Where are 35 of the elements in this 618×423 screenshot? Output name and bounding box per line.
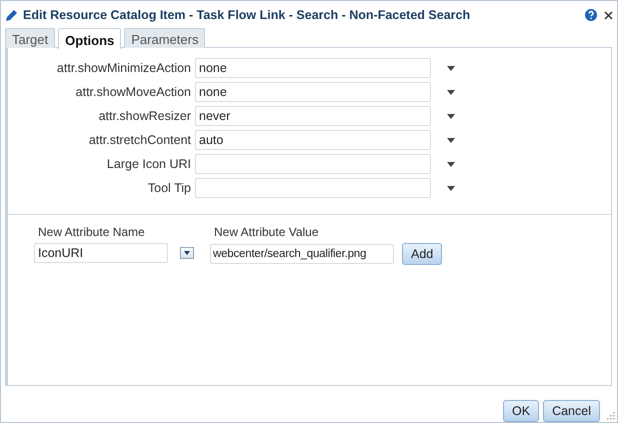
- help-icon[interactable]: [585, 9, 597, 21]
- dialog-button[interactable]: OK: [503, 400, 540, 422]
- field-label: attr.showResizer: [98, 109, 191, 123]
- tab[interactable]: Parameters: [124, 28, 206, 48]
- field-label: attr.showMinimizeAction: [56, 61, 191, 75]
- field-label: attr.showMoveAction: [74, 85, 191, 99]
- dropdown-arrow-icon[interactable]: [447, 66, 455, 70]
- input-field[interactable]: none: [195, 58, 431, 78]
- dropdown-button[interactable]: [180, 247, 194, 259]
- input-field[interactable]: never: [195, 106, 431, 126]
- close-icon[interactable]: [604, 10, 613, 20]
- field-label: attr.stretchContent: [88, 133, 191, 147]
- dropdown-arrow-icon[interactable]: [447, 138, 455, 142]
- field-label: New Attribute Name: [37, 225, 146, 239]
- dropdown-arrow-icon[interactable]: [447, 114, 455, 118]
- field-label: Large Icon URI: [106, 157, 191, 171]
- add-button[interactable]: Add: [402, 243, 442, 265]
- input-field[interactable]: webcenter/search_qualifier.png: [210, 244, 394, 264]
- tab[interactable]: Target: [5, 28, 56, 48]
- dropdown-arrow-icon[interactable]: [447, 186, 455, 190]
- input-field[interactable]: IconURI: [34, 243, 168, 263]
- input-field[interactable]: [195, 178, 431, 198]
- input-field[interactable]: none: [195, 82, 431, 102]
- pencil-icon: [5, 8, 19, 22]
- dropdown-arrow-icon[interactable]: [447, 90, 455, 94]
- input-field[interactable]: [195, 154, 431, 174]
- field-label: Tool Tip: [146, 181, 191, 195]
- dropdown-arrow-icon[interactable]: [447, 162, 455, 166]
- input-field[interactable]: auto: [195, 130, 431, 150]
- caret-icon[interactable]: [184, 251, 190, 255]
- tab[interactable]: Options: [58, 28, 122, 49]
- field-label: New Attribute Value: [213, 225, 320, 239]
- resize-grip-icon[interactable]: [607, 412, 615, 420]
- dialog-button[interactable]: Cancel: [543, 400, 600, 422]
- window-title: Edit Resource Catalog Item - Task Flow Link - Search - Non-Faceted Search: [23, 8, 472, 22]
